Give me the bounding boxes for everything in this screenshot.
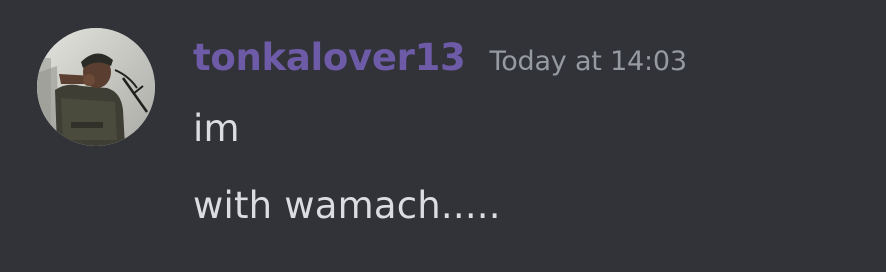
avatar-photo-icon — [37, 28, 155, 146]
message-timestamp: Today at 14:03 — [489, 46, 687, 77]
message-header: tonkalover13 Today at 14:03 — [193, 36, 687, 84]
message-text-line: im — [193, 107, 240, 150]
user-avatar[interactable] — [37, 28, 155, 146]
chat-message: tonkalover13 Today at 14:03 im with wama… — [0, 0, 886, 272]
username[interactable]: tonkalover13 — [193, 36, 466, 79]
message-text-line: with wamach..... — [193, 184, 501, 227]
